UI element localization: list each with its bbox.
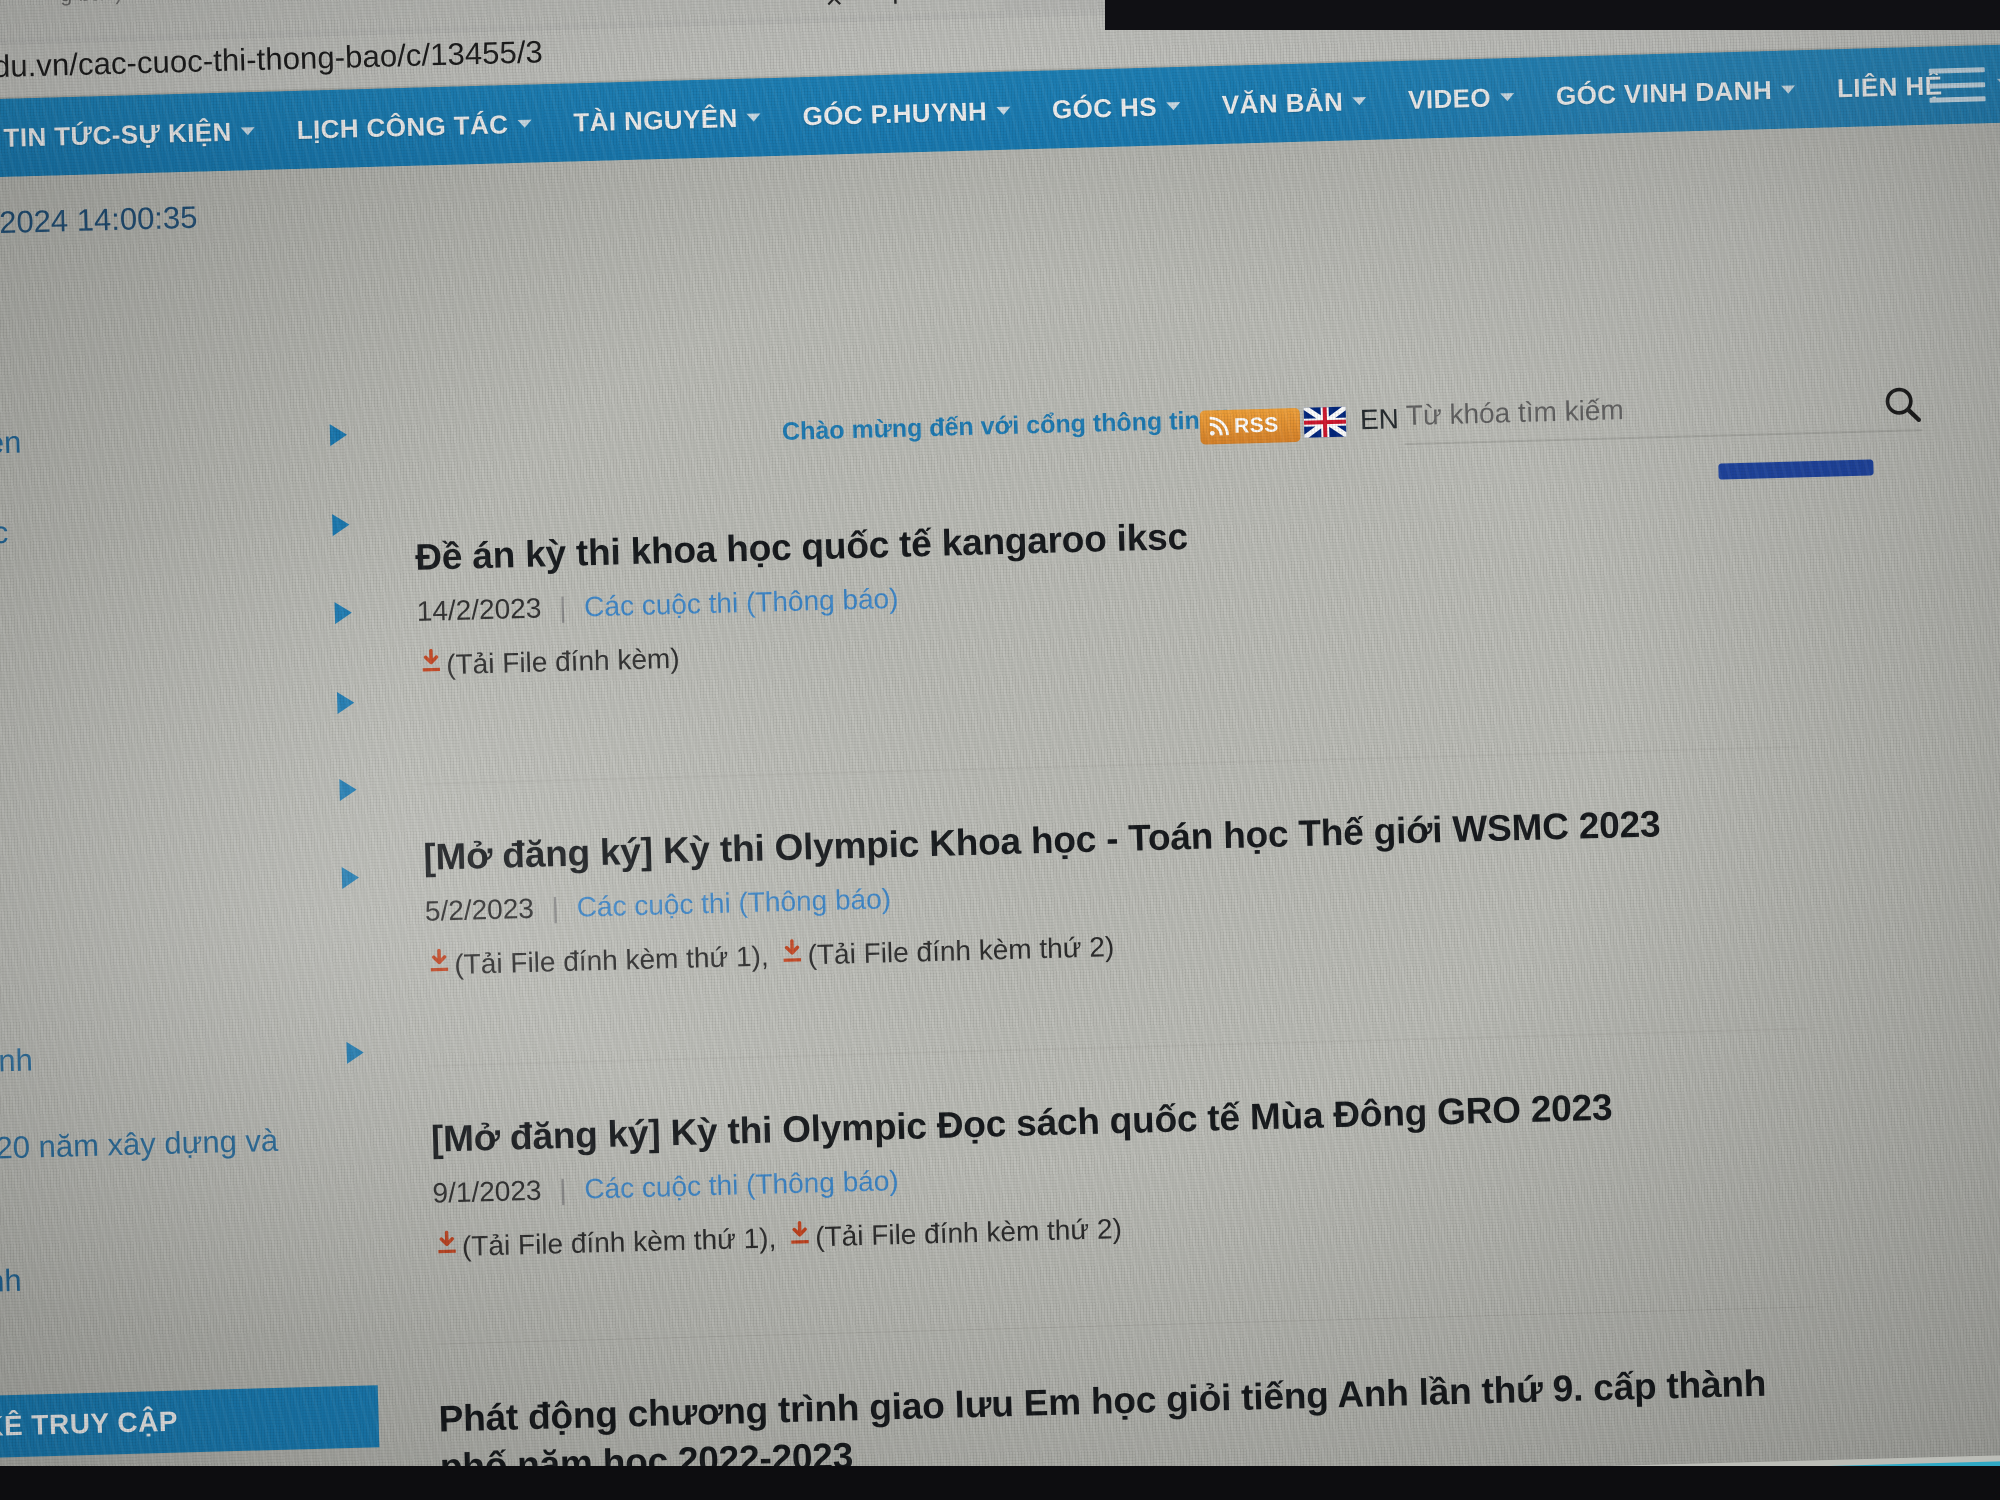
uk-flag-icon[interactable] [1303, 406, 1347, 438]
chevron-right-icon[interactable] [339, 778, 357, 802]
chevron-right-icon[interactable] [332, 513, 350, 537]
download-link[interactable]: (Tải File đính kèm thứ 1), [426, 939, 769, 983]
download-label: (Tải File đính kèm thứ 1), [453, 940, 770, 980]
article-category[interactable]: Các cuộc thi (Thông báo) [584, 1165, 899, 1204]
nav-item-tin-tuc[interactable]: TIN TỨC-SỰ KIỆN [0, 115, 276, 154]
current-datetime: ày 5/1/2024 14:00:35 [0, 199, 198, 243]
chevron-right-icon[interactable] [341, 866, 360, 889]
chevron-right-icon[interactable] [346, 1041, 365, 1064]
download-label: (Tải File đính kèm thứ 2) [814, 1212, 1123, 1252]
sidebar-item-vinh-danh[interactable]: nh danh [0, 1034, 351, 1082]
article-divider [436, 1306, 1817, 1345]
chevron-right-icon[interactable] [336, 691, 355, 715]
chevron-down-icon [746, 113, 761, 122]
article-list: Đề án kỳ thi khoa học quốc tế kangaroo i… [410, 316, 1829, 1500]
article-date: 5/2/2023 [424, 892, 535, 927]
sidebar-item-cong-tac[interactable]: ông tác [0, 506, 337, 554]
close-tab-icon[interactable]: × [365, 0, 383, 9]
sidebar-item-hs[interactable]: S [0, 771, 344, 819]
article-item: [Mở đăng ký] Kỳ thi Olympic Đọc sách quố… [430, 1077, 1854, 1264]
screen-photo: g bao) × Thẻ mới × + bien.edu.vn/cac-cuo… [0, 0, 2000, 1500]
article-item: Đề án kỳ thi khoa học quốc tế kangaroo i… [415, 495, 1839, 682]
monitor-bezel-bottom [0, 1466, 2000, 1500]
nav-label: LIÊN HỆ [1836, 69, 1943, 103]
download-link[interactable]: (Tải File đính kèm thứ 2) [779, 929, 1115, 974]
chevron-right-icon[interactable] [329, 423, 348, 447]
meta-separator: | [551, 892, 560, 924]
nav-item-van-ban[interactable]: VĂN BẢN [1201, 85, 1388, 121]
close-active-tab-icon[interactable]: × [825, 0, 843, 17]
rss-button[interactable]: RSS [1199, 407, 1301, 445]
sidebar-item-thu-vien-anh[interactable]: ện ảnh [0, 1254, 357, 1302]
sidebar-item-20-nam[interactable]: Biên-20 năm xây dựng và riển [0, 1121, 355, 1206]
chevron-right-icon[interactable] [334, 601, 353, 625]
nav-label: GÓC VINH DANH [1555, 74, 1773, 111]
language-toggle[interactable]: EN [1360, 403, 1400, 436]
search-box[interactable] [1403, 377, 1923, 446]
nav-item-video[interactable]: VIDEO [1387, 81, 1536, 116]
welcome-text: Chào mừng đến với cổng thông tin đi [781, 405, 1230, 446]
rss-icon [1207, 416, 1230, 439]
download-link[interactable]: (Tải File đính kèm thứ 1), [434, 1220, 777, 1264]
page-body: ày 5/1/2024 14:00:35 -Sự kiện ông tác uy… [0, 121, 2000, 1500]
article-item: [Mở đăng ký] Kỳ thi Olympic Khoa học - T… [423, 795, 1847, 982]
monitor-bezel-top [1105, 0, 2000, 30]
download-label: (Tải File đính kèm thứ 2) [807, 930, 1115, 971]
meta-separator: | [558, 591, 567, 624]
hamburger-icon[interactable] [1928, 67, 1986, 103]
search-input[interactable] [1403, 379, 1849, 442]
nav-item-goc-vinh-danh[interactable]: GÓC VINH DANH [1535, 73, 1817, 112]
download-label: (Tải File đính kèm) [445, 642, 680, 680]
chevron-down-icon [995, 106, 1011, 116]
nav-label: LỊCH CÔNG TÁC [296, 108, 509, 145]
article-category[interactable]: Các cuộc thi (Thông báo) [576, 883, 891, 922]
article-date: 9/1/2023 [432, 1174, 542, 1209]
monitor-screen: g bao) × Thẻ mới × + bien.edu.vn/cac-cuo… [0, 0, 2000, 1500]
article-divider [421, 746, 1801, 785]
chevron-down-icon [517, 119, 532, 128]
nav-item-goc-phuynh[interactable]: GÓC P.HUYNH [781, 95, 1031, 133]
download-icon [434, 1229, 463, 1265]
chevron-down-icon [1780, 85, 1796, 94]
accent-bar [1718, 459, 1874, 480]
download-icon [418, 647, 447, 683]
nav-label: VIDEO [1407, 82, 1492, 115]
nav-item-goc-hs[interactable]: GÓC HS [1031, 90, 1202, 126]
sidebar-item-tai-nguyen[interactable]: uyên [0, 594, 339, 642]
nav-label: GÓC P.HUYNH [802, 95, 988, 131]
rss-label: RSS [1233, 413, 1280, 438]
sidebar: -Sự kiện ông tác uyên Huynh S ản nh danh… [0, 355, 406, 1500]
download-icon [426, 947, 455, 983]
download-icon [787, 1219, 816, 1255]
nav-item-lich-cong-tac[interactable]: LỊCH CÔNG TÁC [275, 108, 552, 146]
sidebar-item-su-kien[interactable]: -Sự kiện [0, 416, 334, 464]
stats-panel-title: G KÊ TRUY CẬP [0, 1385, 380, 1460]
meta-separator: | [558, 1174, 567, 1206]
nav-item-tai-nguyen[interactable]: TÀI NGUYÊN [552, 101, 782, 138]
download-link[interactable]: (Tải File đính kèm) [418, 641, 680, 683]
chevron-down-icon [1352, 97, 1367, 106]
nav-label: TÀI NGUYÊN [572, 102, 739, 137]
sidebar-item-van-ban[interactable]: ản [0, 859, 346, 907]
article-category[interactable]: Các cuộc thi (Thông báo) [584, 583, 899, 622]
article-date: 14/2/2023 [416, 592, 542, 627]
chevron-down-icon [240, 127, 255, 136]
nav-label: TIN TỨC-SỰ KIỆN [3, 116, 233, 153]
download-icon [779, 938, 808, 974]
download-label: (Tải File đính kèm thứ 1), [461, 1221, 777, 1262]
new-tab-button[interactable]: + [885, 0, 906, 16]
chevron-down-icon [1165, 102, 1181, 111]
chevron-down-icon [1499, 93, 1515, 102]
nav-label: GÓC HS [1051, 91, 1158, 124]
search-icon[interactable] [1881, 383, 1922, 429]
article-divider [429, 1028, 1809, 1067]
sidebar-item-phu-huynh[interactable]: Huynh [0, 684, 342, 732]
nav-label: VĂN BẢN [1221, 86, 1344, 120]
url-text[interactable]: bien.edu.vn/cac-cuoc-thi-thong-bao/c/134… [0, 34, 543, 87]
download-link[interactable]: (Tải File đính kèm thứ 2) [787, 1211, 1122, 1255]
